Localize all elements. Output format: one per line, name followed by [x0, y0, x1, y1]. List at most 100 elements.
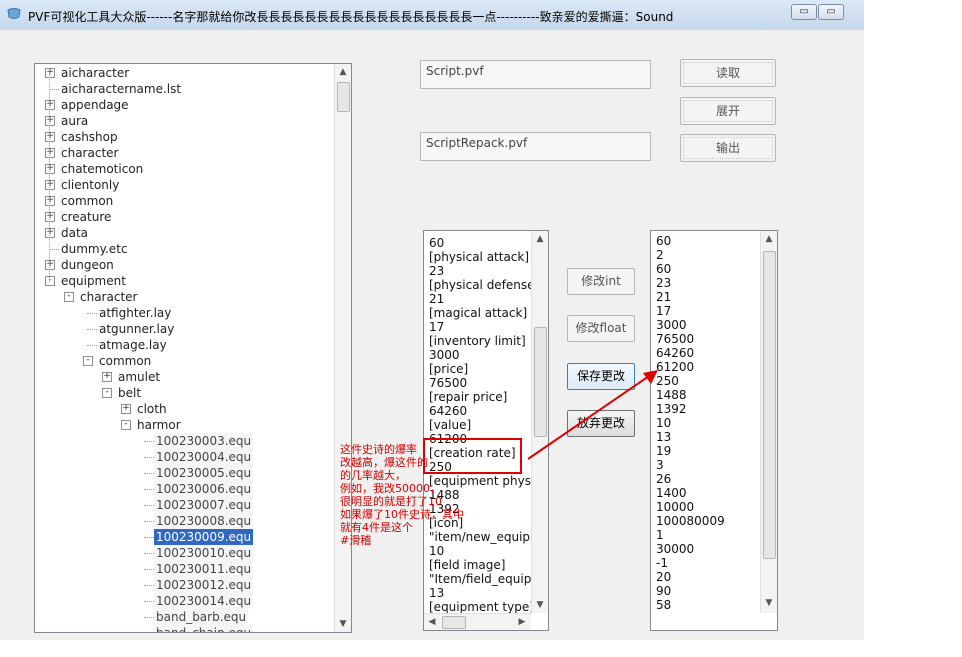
tree-item[interactable]: 100230014.equ	[35, 593, 333, 609]
expand-icon[interactable]: +	[121, 404, 131, 414]
tree-item[interactable]: band_chain.equ	[35, 625, 333, 632]
script-line[interactable]: [field image]	[429, 558, 505, 572]
tree-item[interactable]: atfighter.lay	[35, 305, 333, 321]
collapse-icon[interactable]: -	[102, 388, 112, 398]
expand-icon[interactable]: +	[45, 132, 55, 142]
tree-item[interactable]: + character	[35, 145, 333, 161]
file-tree[interactable]: + aicharacter aicharactername.lst + appendag…	[34, 63, 352, 633]
value-line[interactable]: 61200	[656, 360, 694, 374]
value-line[interactable]: 20	[656, 570, 671, 584]
scroll-down-icon[interactable]: ▼	[335, 616, 351, 632]
values-scroll-thumb[interactable]	[763, 251, 776, 559]
value-line[interactable]: -1	[656, 556, 668, 570]
tree-item[interactable]: - character	[35, 289, 333, 305]
value-line[interactable]: 90	[656, 584, 671, 598]
tree-item[interactable]: 100230004.equ	[35, 449, 333, 465]
value-line[interactable]: 60	[656, 234, 671, 248]
expand-icon[interactable]: +	[45, 148, 55, 158]
modify-int-button[interactable]: 修改int	[567, 268, 635, 295]
tree-item[interactable]: - harmor	[35, 417, 333, 433]
collapse-icon[interactable]: -	[121, 420, 131, 430]
tree-item[interactable]: + creature	[35, 209, 333, 225]
tree-item[interactable]: 100230008.equ	[35, 513, 333, 529]
value-line[interactable]: 3	[656, 458, 664, 472]
script-line[interactable]: 3000	[429, 348, 460, 362]
tree-item[interactable]: 100230010.equ	[35, 545, 333, 561]
value-line[interactable]: 100080009	[656, 514, 725, 528]
value-line[interactable]: 1392	[656, 402, 687, 416]
tree-item[interactable]: - equipment	[35, 273, 333, 289]
script-line[interactable]: [price]	[429, 362, 468, 376]
script-scrollbar-v[interactable]: ▲ ▼	[531, 231, 548, 613]
tree-item[interactable]: + data	[35, 225, 333, 241]
script-line[interactable]: 13	[429, 586, 444, 600]
script-line[interactable]: [repair price]	[429, 390, 507, 404]
collapse-icon[interactable]: -	[45, 276, 55, 286]
script-line[interactable]: "Item/field_equip.	[429, 572, 535, 586]
scroll-left-icon[interactable]: ◀	[424, 614, 440, 630]
value-line[interactable]: 10000	[656, 500, 694, 514]
expand-icon[interactable]: +	[102, 372, 112, 382]
tree-item[interactable]: + cashshop	[35, 129, 333, 145]
value-line[interactable]: 26	[656, 472, 671, 486]
value-line[interactable]: 250	[656, 374, 679, 388]
save-changes-button[interactable]: 保存更改	[567, 363, 635, 390]
scroll-right-icon[interactable]: ▶	[514, 614, 530, 630]
value-line[interactable]: 60	[656, 262, 671, 276]
expand-icon[interactable]: +	[45, 212, 55, 222]
tree-item[interactable]: - belt	[35, 385, 333, 401]
tree-item[interactable]: + aicharacter	[35, 65, 333, 81]
tree-item[interactable]: + cloth	[35, 401, 333, 417]
script-line[interactable]: 17	[429, 320, 444, 334]
repack-file-field[interactable]: ScriptRepack.pvf	[420, 132, 651, 161]
value-line[interactable]: 23	[656, 276, 671, 290]
tree-item[interactable]: + dungeon	[35, 257, 333, 273]
script-line[interactable]: [magical attack]	[429, 306, 527, 320]
tree-item[interactable]: + amulet	[35, 369, 333, 385]
script-scroll-thumb[interactable]	[534, 327, 547, 437]
read-button[interactable]: 读取	[680, 59, 776, 87]
script-line[interactable]: 60	[429, 236, 444, 250]
value-line[interactable]: 17	[656, 304, 671, 318]
script-line[interactable]: 21	[429, 292, 444, 306]
tree-item[interactable]: dummy.etc	[35, 241, 333, 257]
script-line[interactable]: [physical attack]	[429, 250, 529, 264]
value-line[interactable]: 58	[656, 598, 671, 612]
expand-icon[interactable]: +	[45, 164, 55, 174]
script-content-list[interactable]: 60 [physical attack] 23 [physical defense] 2…	[423, 230, 549, 631]
value-line[interactable]: 10	[656, 416, 671, 430]
expand-icon[interactable]: +	[45, 196, 55, 206]
script-line[interactable]: 76500	[429, 376, 467, 390]
script-hscroll-thumb[interactable]	[442, 616, 466, 629]
expand-icon[interactable]: +	[45, 260, 55, 270]
value-line[interactable]: 30000	[656, 542, 694, 556]
modify-float-button[interactable]: 修改float	[567, 315, 635, 342]
script-line[interactable]: [inventory limit]	[429, 334, 526, 348]
value-line[interactable]: 19	[656, 444, 671, 458]
tree-item[interactable]: + common	[35, 193, 333, 209]
value-line[interactable]: 1	[656, 528, 664, 542]
tree-item[interactable]: + clientonly	[35, 177, 333, 193]
tree-item[interactable]: + appendage	[35, 97, 333, 113]
tree-item[interactable]: aicharactername.lst	[35, 81, 333, 97]
script-line[interactable]: [value]	[429, 418, 471, 432]
expand-icon[interactable]: +	[45, 116, 55, 126]
value-line[interactable]: 1488	[656, 388, 687, 402]
scroll-down-icon[interactable]: ▼	[761, 595, 777, 611]
values-list[interactable]: 60 2 60 23 21 17 3000 76500 64260 61200 250 1488 139…	[650, 230, 778, 631]
script-line[interactable]: [equipment type]	[429, 600, 534, 614]
value-line[interactable]: 76500	[656, 332, 694, 346]
value-line[interactable]: 3000	[656, 318, 687, 332]
tree-item[interactable]: band_barb.equ	[35, 609, 333, 625]
tree-item[interactable]: 100230009.equ	[35, 529, 333, 545]
tree-item[interactable]: atmage.lay	[35, 337, 333, 353]
tree-item[interactable]: 100230006.equ	[35, 481, 333, 497]
scroll-up-icon[interactable]: ▲	[761, 231, 777, 247]
value-line[interactable]: 21	[656, 290, 671, 304]
scroll-up-icon[interactable]: ▲	[335, 64, 351, 80]
scroll-down-icon[interactable]: ▼	[532, 597, 548, 613]
collapse-icon[interactable]: -	[83, 356, 93, 366]
script-line[interactable]: 64260	[429, 404, 467, 418]
minimize-button[interactable]: ▭	[791, 4, 817, 20]
maximize-button[interactable]: ▭	[818, 4, 844, 20]
